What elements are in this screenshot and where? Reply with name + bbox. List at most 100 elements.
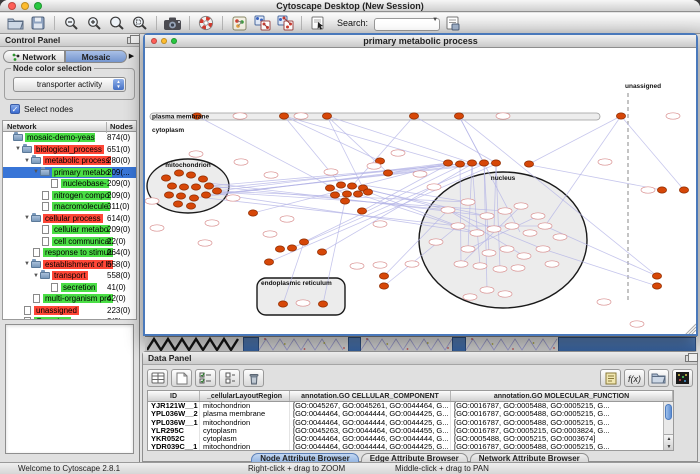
- node-label-pill[interactable]: [500, 246, 514, 252]
- snapshot-icon[interactable]: [163, 14, 183, 32]
- function-builder-icon[interactable]: f(x): [624, 369, 645, 387]
- graph-node[interactable]: [161, 175, 170, 181]
- graph-node[interactable]: [479, 160, 488, 166]
- node-label-pill[interactable]: [451, 223, 465, 229]
- close-view-icon[interactable]: [151, 38, 157, 44]
- node-label-pill[interactable]: [523, 230, 537, 236]
- table-row[interactable]: YPL036W__2plasma membrane[GO:0044464, GO…: [148, 410, 673, 418]
- column-header[interactable]: annotation.GO MOLECULAR_FUNCTION: [451, 391, 673, 401]
- node-label-pill[interactable]: [145, 198, 159, 204]
- node-label-pill[interactable]: [498, 208, 512, 214]
- tree-row[interactable]: nucleobase-209(0): [3, 178, 136, 190]
- graph-node[interactable]: [318, 301, 327, 307]
- graph-node[interactable]: [616, 113, 625, 119]
- tree-row[interactable]: multi-organism pro42(0): [3, 293, 136, 305]
- node-label-pill[interactable]: [630, 321, 644, 327]
- session-icon[interactable]: [443, 14, 463, 32]
- node-label-pill[interactable]: [536, 246, 550, 252]
- birds-eye-view[interactable]: [5, 324, 134, 454]
- graph-node[interactable]: [248, 210, 257, 216]
- node-label-pill[interactable]: [441, 207, 455, 213]
- graph-node[interactable]: [454, 113, 463, 119]
- expand-triangle-icon[interactable]: ▼: [33, 272, 40, 280]
- node-label-pill[interactable]: [391, 150, 405, 156]
- graph-node[interactable]: [467, 160, 476, 166]
- search-input[interactable]: [374, 18, 440, 31]
- network-overlay-icon-1[interactable]: [252, 14, 272, 32]
- network-canvas[interactable]: plasma membranecytoplasmmitochondrionnuc…: [145, 49, 696, 334]
- graph-node[interactable]: [524, 161, 533, 167]
- new-attribute-icon[interactable]: [171, 369, 192, 387]
- graph-node[interactable]: [347, 183, 356, 189]
- node-label-pill[interactable]: [505, 223, 519, 229]
- tree-row[interactable]: ▼cellular process614(0): [3, 213, 136, 225]
- graph-node[interactable]: [279, 113, 288, 119]
- node-label-pill[interactable]: [487, 226, 501, 232]
- node-label-pill[interactable]: [205, 220, 219, 226]
- import-attributes-icon[interactable]: [648, 369, 669, 387]
- select-attributes-icon[interactable]: [195, 369, 216, 387]
- select-all-icon[interactable]: [147, 369, 168, 387]
- graph-node[interactable]: [330, 192, 339, 198]
- tree-row[interactable]: Overview8(0): [3, 316, 136, 320]
- graph-node[interactable]: [198, 176, 207, 182]
- node-label-pill[interactable]: [461, 199, 475, 205]
- node-label-pill[interactable]: [470, 230, 484, 236]
- graph-node[interactable]: [167, 183, 176, 189]
- graph-node[interactable]: [212, 188, 221, 194]
- node-label-pill[interactable]: [373, 262, 387, 268]
- graph-node[interactable]: [443, 160, 452, 166]
- graph-node[interactable]: [189, 195, 198, 201]
- minimize-view-icon[interactable]: [161, 38, 167, 44]
- plugin-icon[interactable]: [308, 14, 328, 32]
- graph-node[interactable]: [379, 273, 388, 279]
- graph-node[interactable]: [652, 273, 661, 279]
- node-label-pill[interactable]: [511, 265, 525, 271]
- table-row[interactable]: YLR295Ccytoplasm[GO:0045263, GO:0044464,…: [148, 427, 673, 435]
- node-label-pill[interactable]: [350, 263, 364, 269]
- background-window-titlebar[interactable]: [243, 337, 259, 351]
- node-label-pill[interactable]: [429, 239, 443, 245]
- zoom-in-icon[interactable]: [84, 14, 104, 32]
- graph-node[interactable]: [353, 191, 362, 197]
- node-label-pill[interactable]: [234, 159, 248, 165]
- background-windows-strip[interactable]: [145, 336, 697, 351]
- graph-node[interactable]: [299, 239, 308, 245]
- graph-node[interactable]: [186, 172, 195, 178]
- node-label-pill[interactable]: [666, 113, 680, 119]
- graph-node[interactable]: [383, 170, 392, 176]
- node-label-pill[interactable]: [427, 184, 441, 190]
- node-label-pill[interactable]: [641, 187, 655, 193]
- graph-node[interactable]: [275, 246, 284, 252]
- tree-row[interactable]: ▼metabolic process280(0): [3, 155, 136, 167]
- graph-node[interactable]: [176, 193, 185, 199]
- node-label-pill[interactable]: [553, 234, 567, 240]
- node-label-pill[interactable]: [294, 113, 308, 119]
- node-label-pill[interactable]: [280, 216, 294, 222]
- graph-node[interactable]: [652, 283, 661, 289]
- tree-row[interactable]: unassigned223(0): [3, 305, 136, 317]
- graph-node[interactable]: [322, 113, 331, 119]
- scrollbar-arrows[interactable]: ▲▼: [664, 434, 674, 450]
- node-label-pill[interactable]: [233, 113, 247, 119]
- tree-row[interactable]: cellular metabo209(0): [3, 224, 136, 236]
- delete-attribute-icon[interactable]: [243, 369, 264, 387]
- node-label-pill[interactable]: [482, 250, 496, 256]
- graph-node[interactable]: [201, 192, 210, 198]
- node-label-pill[interactable]: [461, 246, 475, 252]
- expand-triangle-icon[interactable]: ▼: [24, 157, 31, 165]
- tree-row[interactable]: cell communicat22(0): [3, 236, 136, 248]
- tree-row[interactable]: ▼biological_process651(0): [3, 144, 136, 156]
- node-label-pill[interactable]: [198, 240, 212, 246]
- zoom-selected-icon[interactable]: [130, 14, 150, 32]
- table-scrollbar[interactable]: ▲▼: [663, 402, 673, 450]
- node-label-pill[interactable]: [473, 263, 487, 269]
- background-window-titlebar[interactable]: [558, 337, 696, 351]
- node-label-pill[interactable]: [263, 231, 277, 237]
- expand-triangle-icon[interactable]: ▼: [33, 168, 40, 176]
- network-overlay-icon-2[interactable]: [275, 14, 295, 32]
- node-label-pill[interactable]: [264, 172, 278, 178]
- node-label-pill[interactable]: [480, 213, 494, 219]
- matrix-icon[interactable]: [672, 369, 693, 387]
- select-nodes-checkbox[interactable]: ✓: [10, 104, 20, 114]
